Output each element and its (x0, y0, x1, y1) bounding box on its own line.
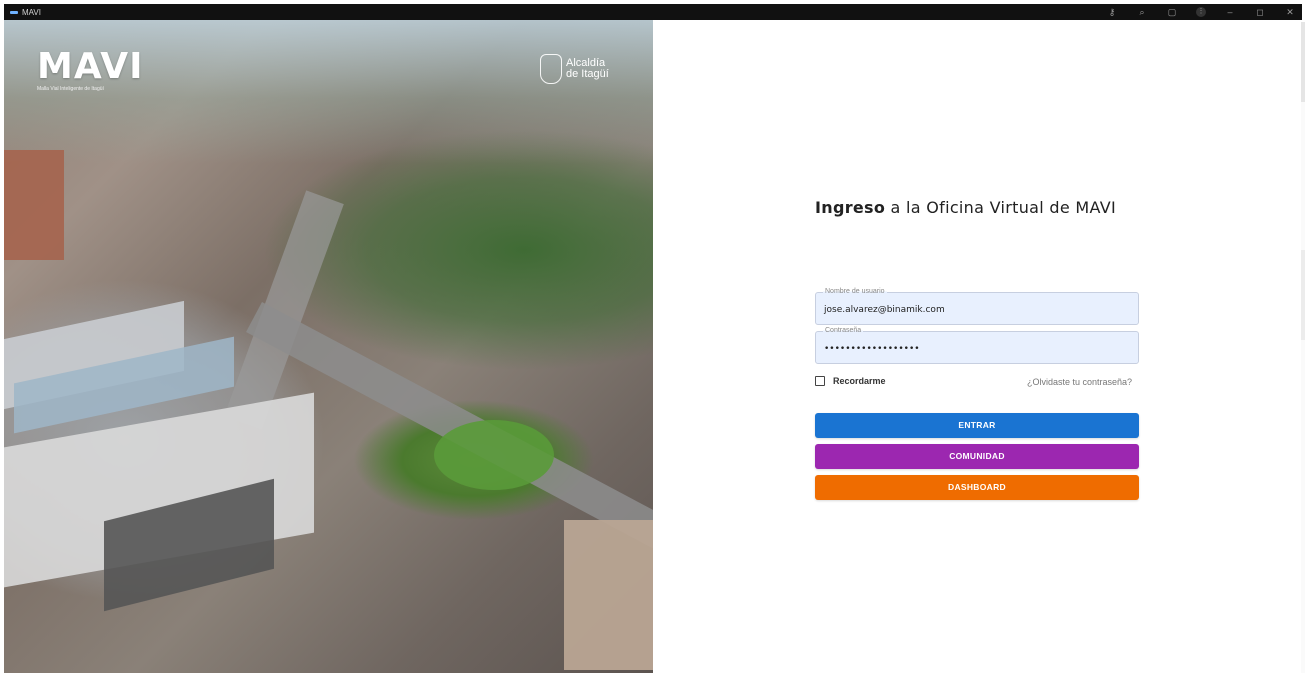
scrollbar-track[interactable] (1301, 22, 1305, 673)
app-icon (10, 10, 18, 14)
close-icon[interactable]: ✕ (1284, 4, 1296, 20)
mavi-brand: MAVI (37, 46, 144, 87)
photo-roundabout (434, 420, 554, 490)
heading-strong: Ingreso (815, 198, 886, 217)
scrollbar-thumb[interactable] (1301, 22, 1305, 102)
password-field[interactable]: Contraseña •••••••••••••••••• (815, 327, 1139, 364)
entrar-button[interactable]: ENTRAR (815, 413, 1139, 438)
password-label: Contraseña (823, 327, 864, 334)
alcaldia-line2: de Itagüí (566, 68, 609, 80)
alcaldia-logo: Alcaldía de Itagüí (540, 54, 609, 84)
alcaldia-seal-icon (540, 54, 562, 84)
heading-rest: a la Oficina Virtual de MAVI (885, 198, 1116, 217)
key-icon[interactable]: ⚷ (1106, 4, 1118, 20)
alcaldia-text: Alcaldía de Itagüí (566, 58, 609, 80)
photo-roof (564, 520, 653, 670)
password-value: •••••••••••••••••• (824, 344, 920, 354)
restore-icon[interactable]: ◻ (1254, 4, 1266, 20)
photo-building (4, 150, 64, 260)
forgot-password-link[interactable]: ¿Olvidaste tu contraseña? (1027, 377, 1132, 387)
photo-road (224, 190, 344, 430)
comunidad-button[interactable]: COMUNIDAD (815, 444, 1139, 469)
mavi-logo: MAVI Malla Vial Inteligente de Itagüí (37, 46, 144, 93)
remember-me[interactable]: Recordarme (815, 376, 886, 386)
menu-icon[interactable]: ⋮ (1196, 7, 1206, 17)
window-controls: ⚷ ⌕ ▢ ⋮ – ◻ ✕ (1106, 4, 1296, 20)
minimize-icon[interactable]: – (1224, 4, 1236, 20)
hero-city-photo: MAVI Malla Vial Inteligente de Itagüí Al… (4, 20, 653, 673)
extensions-icon[interactable]: ▢ (1166, 4, 1178, 20)
username-value: jose.alvarez@binamik.com (824, 305, 945, 315)
dashboard-button[interactable]: DASHBOARD (815, 475, 1139, 500)
remember-label: Recordarme (833, 376, 886, 386)
remember-checkbox[interactable] (815, 376, 825, 386)
window-titlebar: MAVI ⚷ ⌕ ▢ ⋮ – ◻ ✕ (4, 4, 1302, 20)
username-label: Nombre de usuario (823, 288, 887, 295)
zoom-icon[interactable]: ⌕ (1136, 4, 1148, 20)
scrollbar-thumb[interactable] (1301, 250, 1305, 340)
username-field[interactable]: Nombre de usuario jose.alvarez@binamik.c… (815, 288, 1139, 325)
login-heading: Ingreso a la Oficina Virtual de MAVI (815, 198, 1116, 217)
window-title: MAVI (22, 7, 41, 17)
